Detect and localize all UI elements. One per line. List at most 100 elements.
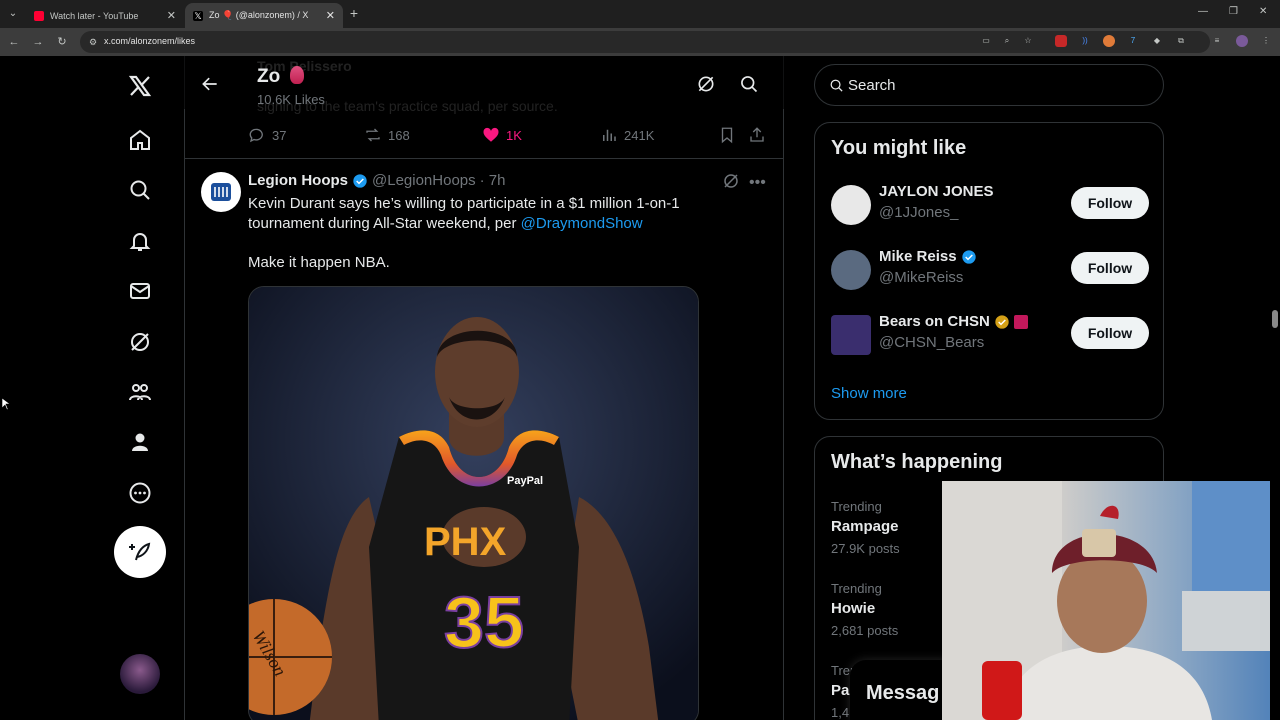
- trend-name[interactable]: Rampage: [831, 518, 899, 535]
- minimize-icon[interactable]: —: [1198, 6, 1208, 17]
- trend-name[interactable]: Pa: [831, 682, 849, 699]
- forward-icon[interactable]: →: [30, 34, 46, 50]
- suggestion-handle[interactable]: @MikeReiss: [879, 269, 963, 286]
- zoom-icon[interactable]: ⌕: [1001, 35, 1013, 47]
- suggestion-handle[interactable]: @CHSN_Bears: [879, 334, 984, 351]
- maximize-icon[interactable]: ❐: [1229, 6, 1238, 17]
- suggestion-avatar[interactable]: [831, 250, 871, 290]
- show-more-link[interactable]: Show more: [831, 385, 907, 402]
- webcam-overlay: [942, 481, 1280, 720]
- views-button[interactable]: 241K: [600, 126, 654, 144]
- suggestion-handle[interactable]: @1JJones_: [879, 204, 958, 221]
- jersey-team: PHX: [424, 520, 507, 564]
- gold-verified-badge-icon: [995, 314, 1009, 329]
- reply-button[interactable]: 37: [248, 126, 286, 144]
- extension-icon[interactable]: 7: [1127, 35, 1139, 47]
- profile-icon[interactable]: [1236, 35, 1248, 47]
- tweet-media-image[interactable]: PayPal PHX 35 Wilson: [248, 286, 699, 720]
- suggestion-item[interactable]: JAYLON JONES @1JJones_ Follow: [831, 183, 1149, 227]
- communities-icon[interactable]: [114, 372, 166, 412]
- grok-explain-icon[interactable]: [722, 172, 740, 190]
- explore-search-icon[interactable]: [114, 170, 166, 210]
- balloon-emoji-icon: [290, 66, 304, 84]
- search-box[interactable]: Search: [814, 64, 1164, 106]
- close-tab-icon[interactable]: ✕: [326, 9, 335, 22]
- tab-watch-later[interactable]: Watch later - YouTube ✕: [26, 3, 184, 28]
- jersey-number: 35: [444, 583, 524, 663]
- suggestion-avatar[interactable]: [831, 185, 871, 225]
- bookmark-button[interactable]: [718, 126, 736, 144]
- tab-title: Zo 🎈 (@alonzonem) / X: [209, 10, 309, 20]
- column-divider: [783, 56, 784, 720]
- grok-icon[interactable]: [696, 74, 716, 94]
- author-name[interactable]: Legion Hoops: [248, 172, 348, 189]
- follow-button[interactable]: Follow: [1071, 317, 1149, 349]
- more-circle-icon[interactable]: [114, 473, 166, 513]
- view-count: 241K: [624, 127, 655, 143]
- like-count: 1K: [506, 127, 522, 143]
- tab-search-icon[interactable]: ⌄: [4, 5, 22, 23]
- like-button[interactable]: 1K: [482, 126, 522, 144]
- site-info-icon[interactable]: ⚙: [87, 36, 99, 48]
- x-page: Tom Pelissero signing to the team's prac…: [0, 56, 1280, 720]
- address-bar[interactable]: ⚙ x.com/alonzonem/likes: [80, 31, 1210, 53]
- menu-icon[interactable]: ⋮: [1260, 35, 1272, 47]
- grok-icon[interactable]: [114, 322, 166, 362]
- notifications-bell-icon[interactable]: [114, 221, 166, 261]
- back-arrow-icon[interactable]: [200, 74, 220, 94]
- extension-icon[interactable]: [1055, 35, 1067, 47]
- tab-x-profile[interactable]: 𝕏 Zo 🎈 (@alonzonem) / X ✕: [185, 3, 343, 28]
- tweet-time[interactable]: · 7h: [480, 172, 506, 189]
- compose-post-button[interactable]: [114, 526, 166, 578]
- bookmark-star-icon[interactable]: ☆: [1022, 35, 1034, 47]
- reply-icon: [249, 128, 263, 143]
- scroll-thumb[interactable]: [1272, 310, 1278, 328]
- suggestion-item[interactable]: Mike Reiss @MikeReiss Follow: [831, 248, 1149, 292]
- suggestion-avatar[interactable]: [831, 315, 871, 355]
- extension-icon[interactable]: ◆: [1151, 35, 1163, 47]
- url-text[interactable]: x.com/alonzonem/likes: [104, 36, 195, 46]
- suggestion-name[interactable]: JAYLON JONES: [879, 183, 994, 200]
- left-nav: [114, 56, 166, 720]
- suggestion-name[interactable]: Bears on CHSN: [879, 313, 1028, 330]
- page-scrollbar[interactable]: [1270, 56, 1280, 720]
- author-handle[interactable]: @LegionHoops: [372, 172, 476, 189]
- extension-icon[interactable]: )): [1079, 35, 1091, 47]
- legion-hoops-avatar[interactable]: [201, 172, 241, 212]
- profile-icon[interactable]: [114, 422, 166, 462]
- account-avatar[interactable]: [120, 654, 160, 694]
- suggestion-name[interactable]: Mike Reiss: [879, 248, 977, 265]
- extension-icon[interactable]: [1103, 35, 1115, 47]
- messages-drawer[interactable]: Messag: [850, 660, 950, 720]
- tweet-divider: [184, 158, 784, 159]
- follow-button[interactable]: Follow: [1071, 252, 1149, 284]
- repost-button[interactable]: 168: [364, 126, 410, 144]
- suggestion-item[interactable]: Bears on CHSN @CHSN_Bears Follow: [831, 313, 1149, 357]
- cast-icon[interactable]: ▭: [980, 35, 992, 47]
- mention-link[interactable]: @DraymondShow: [521, 215, 643, 232]
- more-options-icon[interactable]: •••: [749, 174, 766, 192]
- search-icon[interactable]: [739, 74, 759, 94]
- trend-label: Trending: [831, 499, 882, 514]
- verified-badge-icon: [353, 173, 367, 188]
- reload-icon[interactable]: ↻: [54, 34, 70, 50]
- tweet-action-bar: 37 168 1K 241K: [248, 126, 768, 146]
- close-tab-icon[interactable]: ✕: [167, 9, 176, 22]
- messages-title[interactable]: Messag: [866, 682, 939, 705]
- search-placeholder[interactable]: Search: [848, 77, 896, 94]
- back-icon[interactable]: ←: [6, 34, 22, 50]
- sidebar-icon[interactable]: ≡: [1211, 35, 1223, 47]
- x-logo-icon[interactable]: [114, 66, 166, 106]
- heart-filled-icon: [483, 127, 499, 142]
- messages-envelope-icon[interactable]: [114, 271, 166, 311]
- youtube-icon: [34, 10, 44, 21]
- home-icon[interactable]: [114, 120, 166, 160]
- share-button[interactable]: [748, 126, 766, 144]
- tweet-text: Kevin Durant says he’s willing to partic…: [248, 194, 718, 234]
- follow-button[interactable]: Follow: [1071, 187, 1149, 219]
- extensions-puzzle-icon[interactable]: ⧉: [1175, 35, 1187, 47]
- trend-name[interactable]: Howie: [831, 600, 875, 617]
- who-to-follow-card: You might like JAYLON JONES @1JJones_ Fo…: [814, 122, 1164, 420]
- close-window-icon[interactable]: ✕: [1259, 6, 1267, 17]
- new-tab-button[interactable]: +: [346, 5, 362, 21]
